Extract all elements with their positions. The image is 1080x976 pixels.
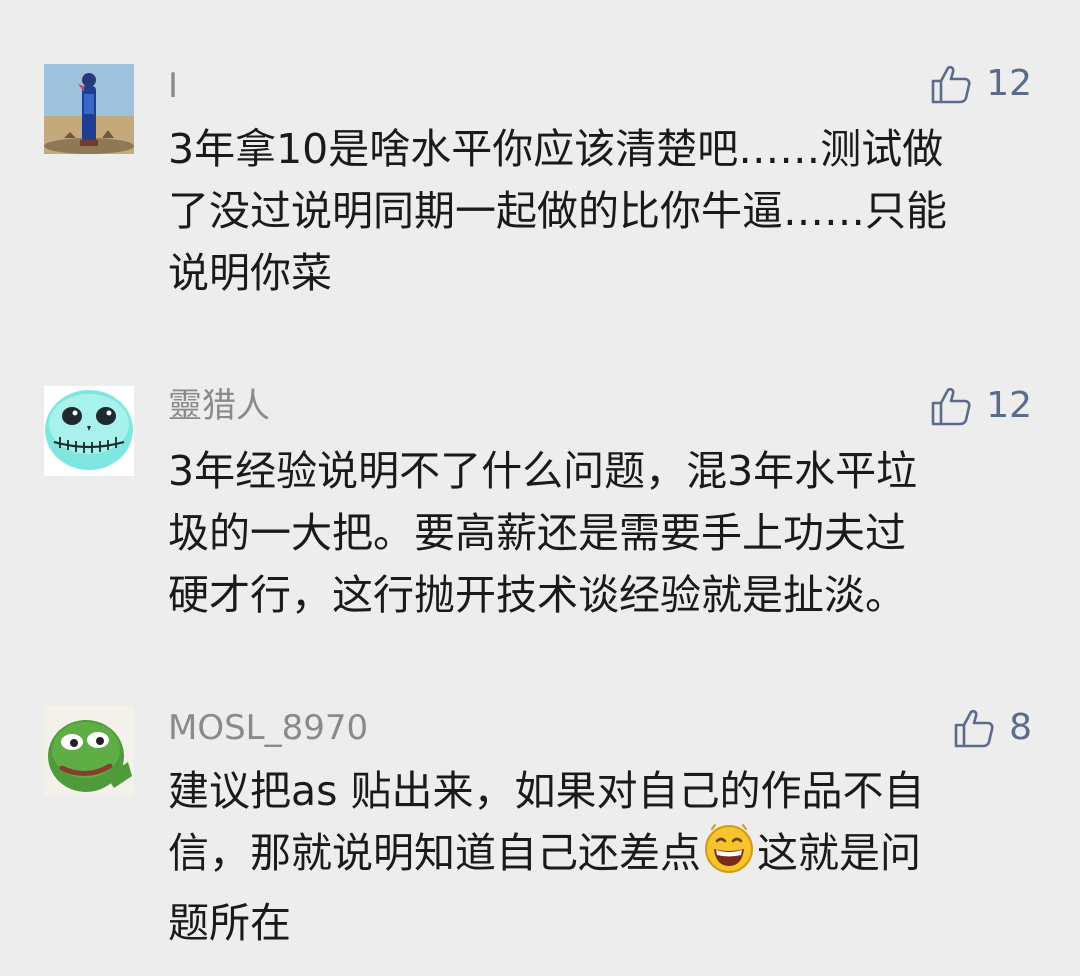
comment-text-line: 题所在 [168,899,291,947]
comment-text-segment: 这就是问 [757,829,921,877]
like-count: 12 [986,63,1032,104]
comment-text-line: 建议把as 贴出来，如果对自己的作品不自 [168,767,925,815]
comment-text-segment: 信，那就说明知道自己还差点 [168,829,701,877]
comment-text-line: 3年经验说明不了什么问题，混3年水平垃 [168,447,918,495]
comment-text-line: 圾的一大把。要高薪还是需要手上功夫过 [168,509,906,557]
comment-text-line: 说明你菜 [168,249,332,297]
comment-text-line: 硬才行，这行抛开技术谈经验就是扯淡。 [168,571,906,619]
like-button[interactable]: 8 [953,706,1032,750]
comment-username[interactable]: 靈猎人 [168,386,270,426]
like-count: 8 [1009,707,1032,748]
comment-text-line: 信，那就说明知道自己还差点 这就是问 [168,822,1036,892]
avatar[interactable] [44,64,134,154]
comment-username[interactable]: I [168,66,178,106]
comment-text: 建议把as 贴出来，如果对自己的作品不自 信，那就说明知道自己还差点 这就是问 题… [168,760,1036,954]
avatar[interactable] [44,706,134,796]
comment-text-line: 3年拿10是啥水平你应该清楚吧……测试做 [168,125,944,173]
comment-text: 3年经验说明不了什么问题，混3年水平垃 圾的一大把。要高薪还是需要手上功夫过 硬… [168,440,1036,626]
comment-text-line: 了没过说明同期一起做的比你牛逼……只能 [168,187,947,235]
like-button[interactable]: 12 [930,62,1032,106]
thumbs-up-icon [931,65,971,104]
like-count: 12 [986,385,1032,426]
comment-text: 3年拿10是啥水平你应该清楚吧……测试做 了没过说明同期一起做的比你牛逼……只能… [168,118,1036,304]
grinning-face-emoji [703,823,755,892]
avatar[interactable] [44,386,134,476]
thumbs-up-icon [954,709,994,748]
comment-username[interactable]: MOSL_8970 [168,708,368,748]
like-button[interactable]: 12 [930,384,1032,428]
thumbs-up-icon [931,387,971,426]
